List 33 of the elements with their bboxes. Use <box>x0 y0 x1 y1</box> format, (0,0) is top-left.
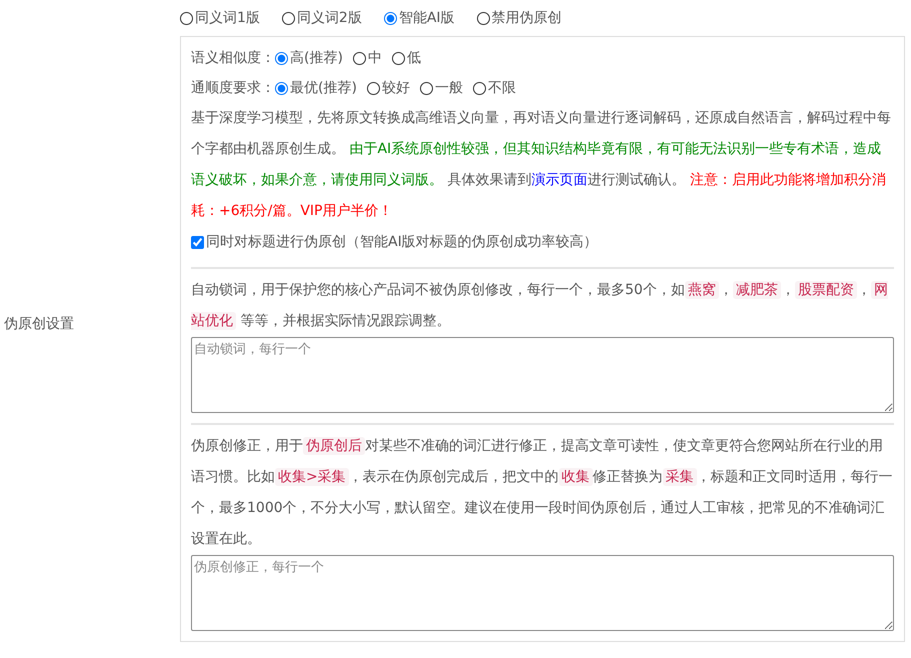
radio-button[interactable] <box>384 12 397 24</box>
radio-button[interactable] <box>275 52 288 64</box>
radio-button[interactable] <box>275 82 288 94</box>
option-label: 同义词2版 <box>296 9 362 27</box>
option-label: 智能AI版 <box>398 9 455 27</box>
description-paragraph: 基于深度学习模型，先将原文转换成高维语义向量，再对语义向量进行逐词解码，还原成自然语言，解码过程中每个字都由机器原创生成。 由于AI系统原创性较强，但其知识结构毕竟有限，有可能无法识别一些专有术语，造成语义破坏，如果介意，请使用同义词版。 具体效果请到演示页面进行测试确认。 注意：启用此功能将增加积分消耗：+6积分/篇。VIP用户半价！ <box>191 109 892 221</box>
option-label: 中 <box>368 49 382 67</box>
correction-field[interactable]: 伪原创修正，每行一个 <box>191 555 894 631</box>
option-label: 不限 <box>488 79 516 97</box>
radio-button[interactable] <box>180 12 193 24</box>
option-label: 最优(推荐) <box>290 79 357 97</box>
checkbox[interactable] <box>191 236 204 248</box>
lock-words-field[interactable]: 自动锁词，每行一个 <box>191 337 894 413</box>
option-label: 一般 <box>434 79 463 97</box>
radio-button[interactable] <box>392 52 405 64</box>
option-label: 低 <box>406 49 421 67</box>
radio-button[interactable] <box>282 12 295 24</box>
radio-button[interactable] <box>352 52 366 64</box>
section-label: 伪原创设置 <box>4 315 74 333</box>
option-label: 同义词1版 <box>195 9 260 27</box>
option-group-label: 语义相似度： <box>191 49 275 67</box>
radio-button[interactable] <box>472 82 486 94</box>
radio-button[interactable] <box>420 82 433 94</box>
option-label: 禁用伪原创 <box>492 9 562 27</box>
option-label: 较好 <box>382 79 410 97</box>
correction-description: 伪原创修正，用于 伪原创后 对某些不准确的词汇进行修正，提高文章可读性，使文章更符合您网站所在行业的用语习惯。比如 收集>采集 ，表示在伪原创完成后，把文中的 收集 修正替换为 采集 ，标题和正文同时适用，每行一个，最多1000个，不分大小写，默认留空。建议在使用一段时间伪原创后，通过人工审核，把常见的不准确词汇设置在此。 <box>191 436 894 549</box>
lock-words-description: 自动锁词，用于保护您的核心产品词不被伪原创修改，每行一个，最多50个，如 燕窝 ， 减肥茶 ， 股票配资 ， 网站优化 等等，并根据实际情况跟踪调整。 <box>191 280 889 332</box>
option-group-label: 通顺度要求： <box>191 79 275 97</box>
option-label: 高(推荐) <box>290 49 343 67</box>
radio-button[interactable] <box>476 12 490 24</box>
demo-page-link[interactable]: 演示页面 <box>531 172 588 188</box>
radio-button[interactable] <box>366 82 380 94</box>
checkbox-label: 同时对标题进行伪原创（智能AI版对标题的伪原创成功率较高） <box>206 233 598 251</box>
